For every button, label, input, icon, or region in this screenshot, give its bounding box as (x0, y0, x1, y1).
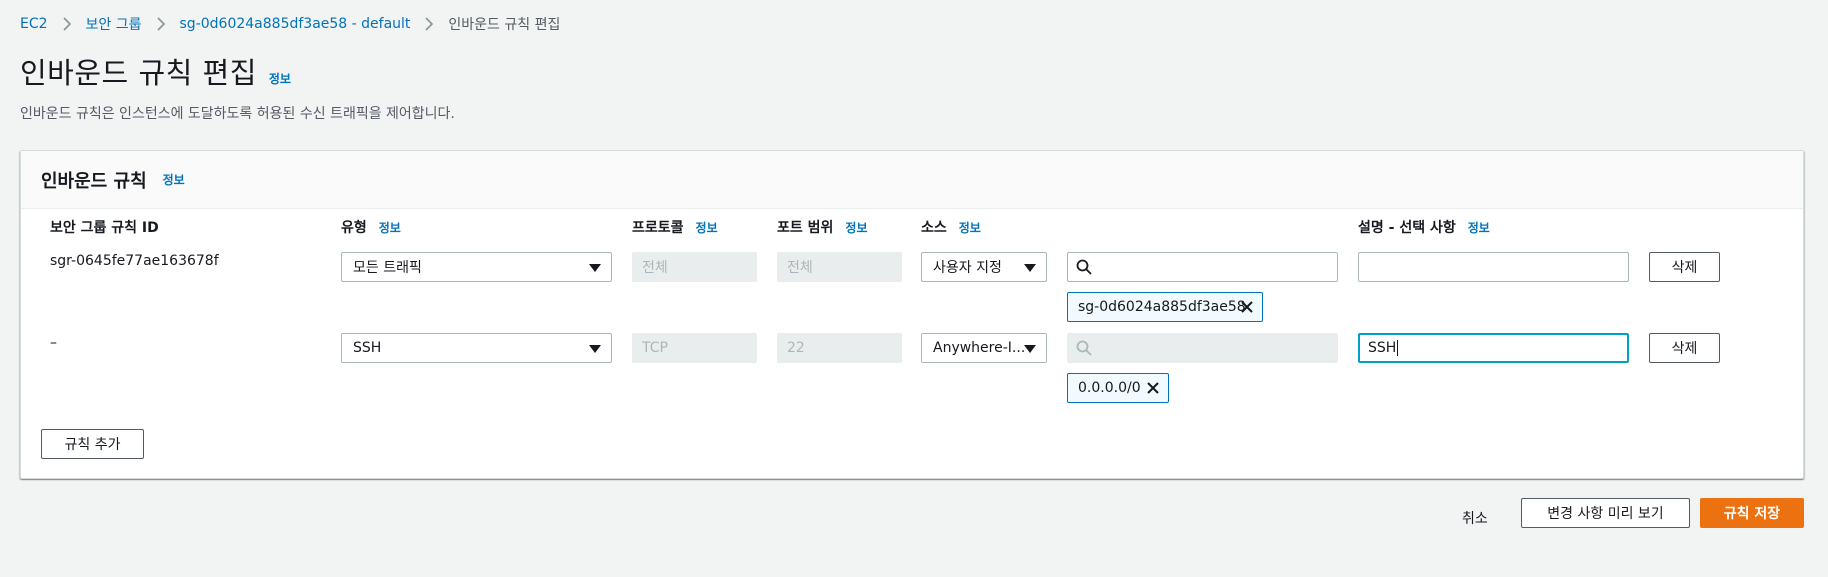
breadcrumb-security-group[interactable]: sg-0d6024a885df3ae58 - default (180, 16, 411, 32)
protocol-field: TCP (632, 333, 757, 363)
source-select[interactable]: Anywhere-I... (921, 333, 1047, 363)
rule-id: – (50, 335, 57, 351)
column-header-type: 유형 정보 (341, 217, 401, 237)
source-token-label: 0.0.0.0/0 (1078, 380, 1141, 396)
save-rules-button[interactable]: 규칙 저장 (1700, 498, 1804, 528)
source-select-value: Anywhere-I... (933, 340, 1026, 356)
column-label: 프로토콜 (632, 220, 684, 236)
port-range-field: 22 (777, 333, 902, 363)
type-select-value: SSH (353, 340, 382, 356)
delete-button[interactable]: 삭제 (1649, 333, 1720, 363)
source-select-value: 사용자 지정 (933, 260, 1002, 276)
delete-button[interactable]: 삭제 (1649, 252, 1720, 282)
breadcrumb-current: 인바운드 규칙 편집 (448, 17, 561, 33)
page-header: 인바운드 규칙 편집 정보 (20, 50, 291, 92)
breadcrumb-ec2[interactable]: EC2 (20, 16, 48, 32)
protocol-value: TCP (642, 340, 668, 356)
source-token: 0.0.0.0/0 (1067, 373, 1169, 403)
column-label: 설명 - 선택 사항 (1358, 220, 1456, 236)
add-rule-button[interactable]: 규칙 추가 (41, 429, 144, 459)
column-header-rule-id: 보안 그룹 규칙 ID (50, 217, 159, 237)
source-select[interactable]: 사용자 지정 (921, 252, 1047, 282)
column-header-protocol: 프로토콜 정보 (632, 217, 718, 237)
description-info-link[interactable]: 정보 (1468, 219, 1490, 236)
search-icon (1076, 340, 1092, 356)
breadcrumb: EC2 보안 그룹 sg-0d6024a885df3ae58 - default… (20, 14, 560, 34)
protocol-value: 전체 (642, 260, 668, 276)
description-input[interactable] (1358, 252, 1629, 282)
source-search-input (1067, 333, 1338, 363)
type-select-value: 모든 트래픽 (353, 260, 422, 276)
inbound-rules-panel: 인바운드 규칙 정보 보안 그룹 규칙 ID 유형 정보 프로토콜 정보 포트 … (20, 150, 1804, 479)
page-title: 인바운드 규칙 편집 (20, 56, 257, 90)
column-header-source: 소스 정보 (921, 217, 981, 237)
description-input[interactable]: SSH (1358, 333, 1629, 363)
description-value: SSH (1368, 340, 1397, 356)
caret-down-icon (1024, 345, 1036, 353)
cancel-button[interactable]: 취소 (1462, 503, 1488, 533)
column-label: 유형 (341, 220, 367, 236)
source-token: sg-0d6024a885df3ae58 (1067, 292, 1263, 322)
port-range-value: 22 (787, 340, 805, 356)
port-range-field: 전체 (777, 252, 902, 282)
caret-down-icon (589, 264, 601, 272)
source-search-input[interactable] (1067, 252, 1338, 282)
page-description: 인바운드 규칙은 인스턴스에 도달하도록 허용된 수신 트래픽을 제어합니다. (20, 106, 455, 122)
protocol-field: 전체 (632, 252, 757, 282)
panel-header: 인바운드 규칙 정보 (21, 151, 1803, 209)
search-icon (1076, 259, 1092, 275)
column-header-port-range: 포트 범위 정보 (777, 217, 868, 237)
caret-down-icon (589, 345, 601, 353)
close-icon[interactable] (1146, 381, 1160, 395)
panel-title: 인바운드 규칙 (41, 170, 147, 192)
chevron-right-icon (62, 17, 72, 31)
column-label: 소스 (921, 220, 947, 236)
close-icon[interactable] (1240, 300, 1254, 314)
column-label: 포트 범위 (777, 220, 834, 236)
source-token-label: sg-0d6024a885df3ae58 (1078, 299, 1246, 315)
panel-info-link[interactable]: 정보 (163, 171, 185, 188)
type-select[interactable]: 모든 트래픽 (341, 252, 612, 282)
preview-changes-button[interactable]: 변경 사항 미리 보기 (1521, 498, 1690, 528)
chevron-right-icon (156, 17, 166, 31)
breadcrumb-security-groups[interactable]: 보안 그룹 (86, 14, 142, 34)
protocol-info-link[interactable]: 정보 (696, 219, 718, 236)
column-label: 보안 그룹 규칙 ID (50, 220, 159, 236)
text-cursor (1397, 340, 1399, 356)
column-header-description: 설명 - 선택 사항 정보 (1358, 217, 1490, 237)
port-range-value: 전체 (787, 260, 813, 276)
caret-down-icon (1024, 264, 1036, 272)
port-range-info-link[interactable]: 정보 (845, 219, 867, 236)
page-info-link[interactable]: 정보 (269, 70, 291, 87)
rule-id: sgr-0645fe77ae163678f (50, 253, 219, 269)
type-select[interactable]: SSH (341, 333, 612, 363)
chevron-right-icon (424, 17, 434, 31)
type-info-link[interactable]: 정보 (379, 219, 401, 236)
source-info-link[interactable]: 정보 (959, 219, 981, 236)
